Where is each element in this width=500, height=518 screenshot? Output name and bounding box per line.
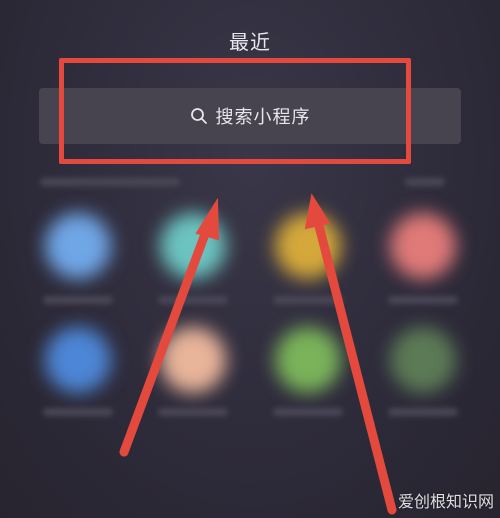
annotation-arrows xyxy=(119,193,397,515)
arrow-right xyxy=(304,193,397,515)
watermark: 爱创根知识网 xyxy=(397,492,494,511)
arrow-left xyxy=(119,197,220,457)
